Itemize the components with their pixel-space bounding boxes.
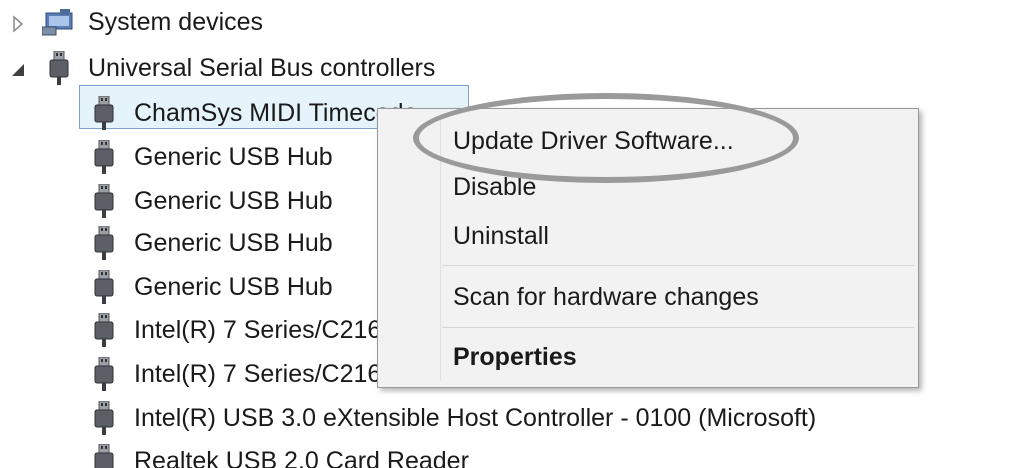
tree-row-label: Universal Serial Bus controllers (88, 54, 436, 82)
usb-icon (93, 443, 115, 468)
usb-icon (93, 139, 115, 174)
menu-gutter-divider (440, 115, 441, 381)
menu-separator (442, 265, 914, 266)
usb-icon (93, 400, 115, 435)
menu-item-update-driver-software[interactable]: Update Driver Software... (453, 121, 734, 161)
tree-row-label: ChamSys MIDI Timecode (134, 99, 418, 127)
tree-row-system-devices[interactable]: System devices (0, 1, 1020, 43)
menu-item-disable[interactable]: Disable (453, 167, 536, 207)
expand-arrow-icon[interactable] (8, 12, 28, 33)
usb-icon (93, 356, 115, 391)
menu-separator (442, 327, 914, 328)
context-menu: Update Driver Software... Disable Uninst… (377, 108, 919, 388)
system-devices-icon (41, 7, 78, 37)
usb-icon (93, 312, 115, 347)
tree-row-usb-controllers[interactable]: Universal Serial Bus controllers (0, 47, 1020, 89)
tree-row-label: Generic USB Hub (134, 143, 333, 171)
tree-row-label: Generic USB Hub (134, 187, 333, 215)
usb-icon (93, 95, 115, 130)
usb-icon (48, 50, 70, 85)
menu-item-uninstall[interactable]: Uninstall (453, 216, 549, 256)
usb-icon (93, 183, 115, 218)
usb-icon (93, 225, 115, 260)
tree-row-label: Intel(R) USB 3.0 eXtensible Host Control… (134, 404, 817, 432)
tree-row-label: Generic USB Hub (134, 273, 333, 301)
tree-row-label: Realtek USB 2.0 Card Reader (134, 447, 469, 468)
tree-row-intel-usb-3[interactable]: Intel(R) USB 3.0 eXtensible Host Control… (0, 397, 1020, 439)
collapse-arrow-icon[interactable] (8, 58, 28, 78)
menu-item-scan-for-hardware-changes[interactable]: Scan for hardware changes (453, 277, 759, 317)
tree-row-realtek-card-reader[interactable]: Realtek USB 2.0 Card Reader (0, 440, 1020, 468)
tree-row-label: Generic USB Hub (134, 229, 333, 257)
tree-row-label: System devices (88, 8, 264, 36)
usb-icon (93, 269, 115, 304)
menu-item-properties[interactable]: Properties (453, 337, 577, 377)
